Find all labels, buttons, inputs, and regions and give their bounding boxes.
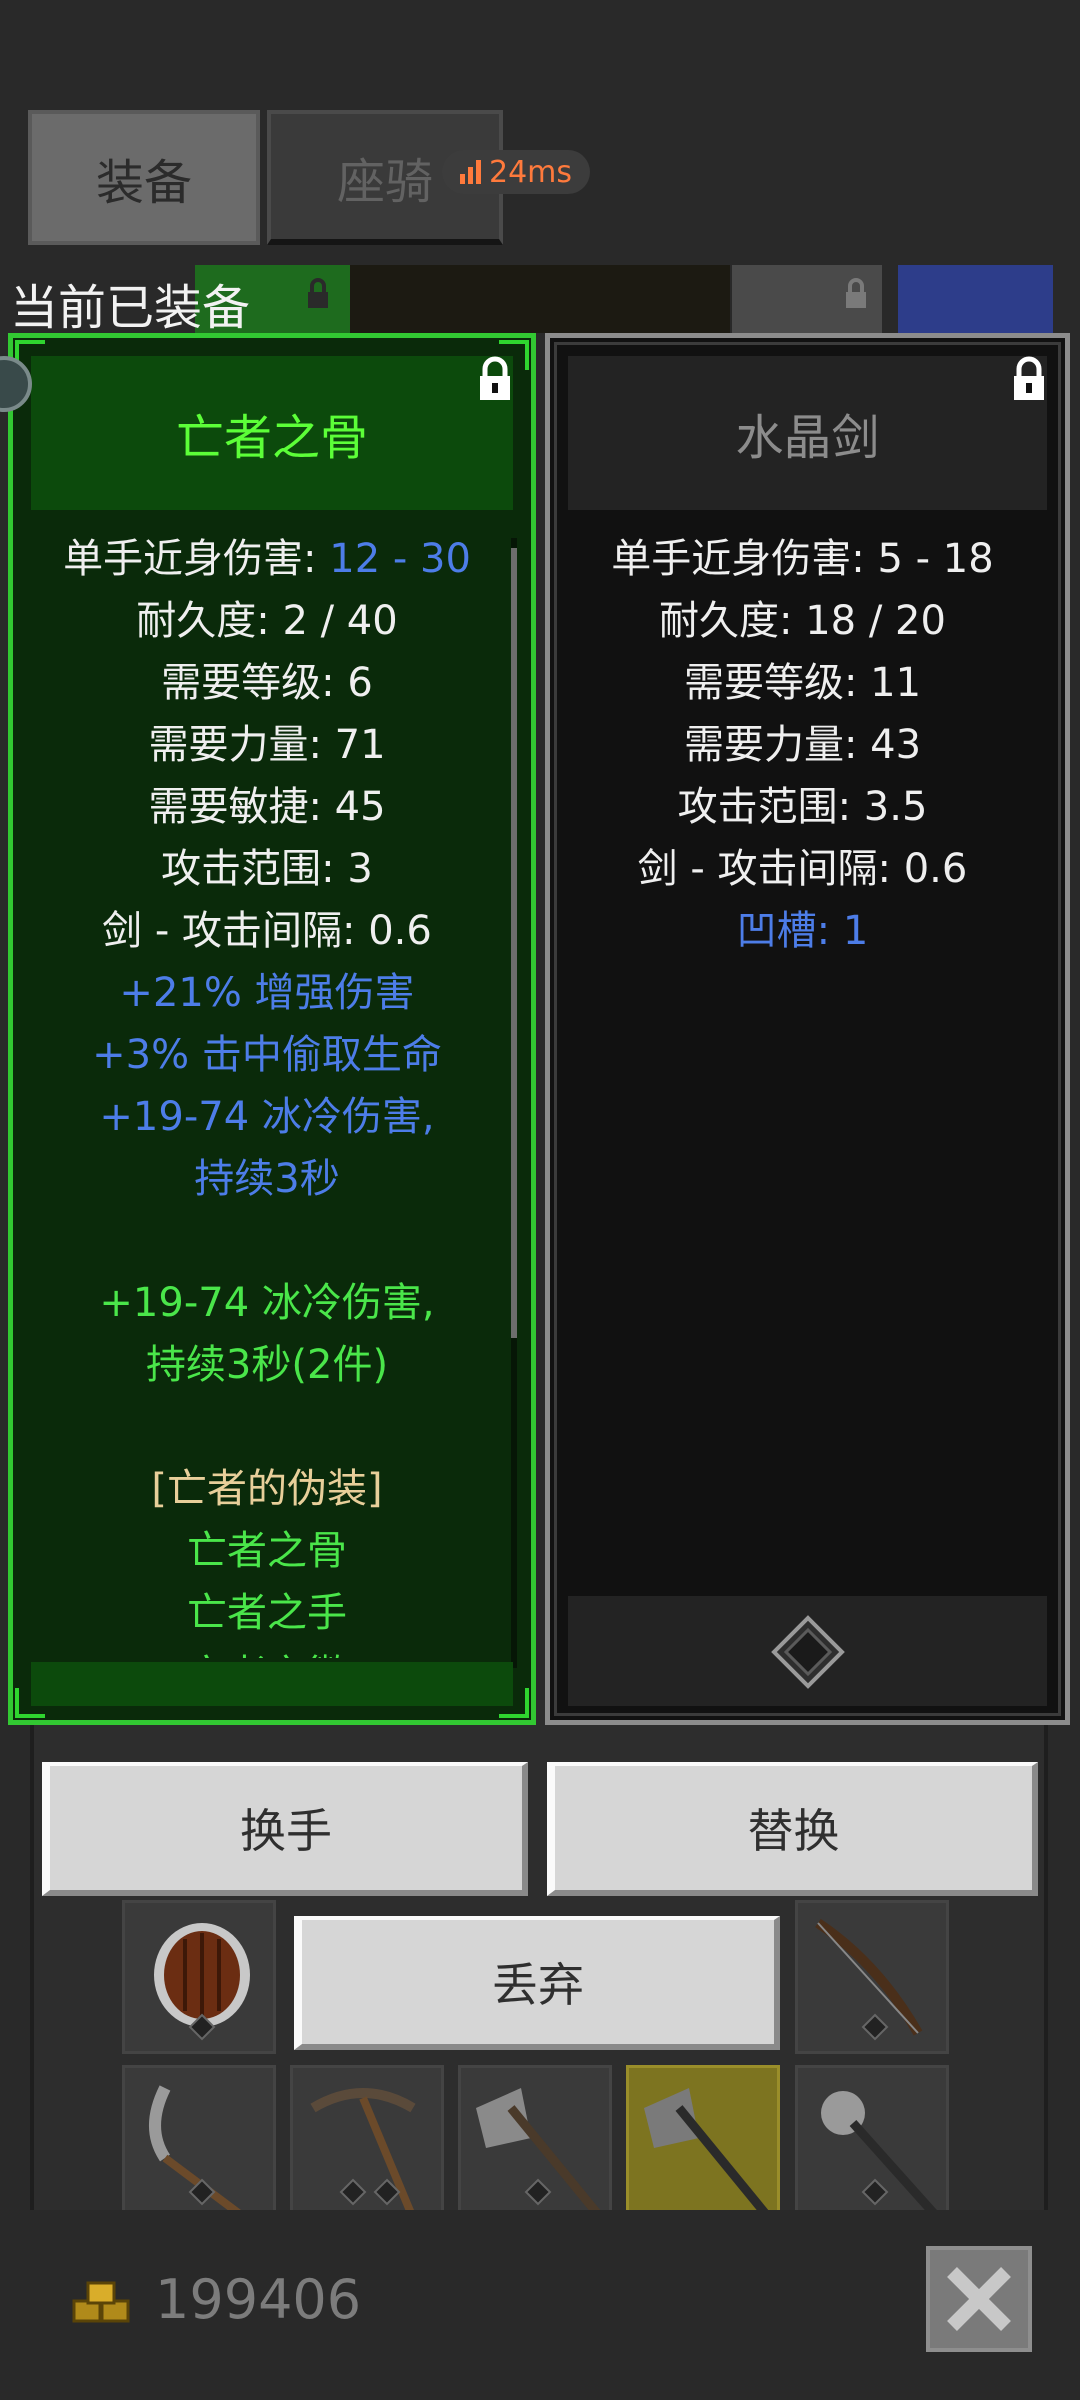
equipped-item-name: 亡者之骨 bbox=[31, 356, 513, 510]
round-badge-icon bbox=[0, 356, 32, 412]
inventory-slot-shield[interactable] bbox=[122, 1900, 276, 2054]
lock-icon[interactable] bbox=[1007, 356, 1051, 404]
stat-damage-value: 12 - 30 bbox=[329, 536, 471, 582]
stat-durability: 耐久度: 18 / 20 bbox=[659, 598, 946, 644]
panel-footer bbox=[31, 1662, 513, 1706]
stat-req-str: 需要力量: 71 bbox=[148, 722, 386, 768]
stat-damage-label: 单手近身伤害: bbox=[63, 536, 330, 582]
stat-damage: 单手近身伤害: 5 - 18 bbox=[611, 536, 994, 582]
ping-value: 24ms bbox=[489, 154, 573, 190]
stat-durability: 耐久度: 2 / 40 bbox=[136, 598, 398, 644]
set-bonus: 持续3秒(2件) bbox=[145, 1342, 389, 1388]
equip-slot-bg bbox=[350, 265, 730, 333]
signal-bars-icon bbox=[460, 160, 481, 184]
set-item: 亡者之骨 bbox=[187, 1528, 347, 1574]
axe-icon bbox=[476, 2088, 605, 2221]
stat-mod: +21% 增强伤害 bbox=[119, 970, 415, 1016]
stat-interval: 剑 - 攻击间隔: 0.6 bbox=[102, 908, 432, 954]
set-bonus: +19-74 冰冷伤害, bbox=[99, 1280, 435, 1326]
close-x-icon bbox=[947, 2267, 1011, 2331]
stat-req-dex: 需要敏捷: 45 bbox=[148, 784, 386, 830]
round-shield-icon bbox=[154, 1923, 250, 2041]
stat-mod: +3% 击中偷取生命 bbox=[92, 1032, 442, 1078]
equip-slot-bg bbox=[898, 265, 1053, 333]
equipped-item-stats[interactable]: 单手近身伤害: 12 - 30 耐久度: 2 / 40 需要等级: 6 需要力量… bbox=[31, 528, 503, 1658]
panel-footer bbox=[568, 1596, 1047, 1706]
inventory-slot-axe[interactable] bbox=[458, 2065, 612, 2221]
mace-icon bbox=[821, 2091, 942, 2222]
stat-range: 攻击范围: 3 bbox=[161, 846, 373, 892]
swap-hand-button[interactable]: 换手 bbox=[42, 1762, 528, 1896]
scrollbar-thumb[interactable] bbox=[511, 548, 517, 1338]
tab-equipment[interactable]: 装备 bbox=[28, 110, 260, 245]
gold-coins-icon bbox=[72, 2281, 130, 2323]
set-item: 亡者之手 bbox=[187, 1590, 347, 1636]
pickaxe-icon bbox=[310, 2088, 417, 2220]
lock-icon bbox=[846, 278, 866, 308]
current-equipped-label: 当前已装备 bbox=[10, 280, 251, 336]
inventory-slot-bow[interactable] bbox=[795, 1900, 949, 2054]
inventory-slot-pickaxe[interactable] bbox=[290, 2065, 444, 2220]
diamond-socket-icon bbox=[771, 1615, 845, 1689]
axe-icon bbox=[644, 2088, 773, 2221]
discard-button[interactable]: 丢弃 bbox=[294, 1916, 780, 2050]
set-item: 亡者之徽 bbox=[31, 1644, 503, 1658]
stat-range: 攻击范围: 3.5 bbox=[677, 784, 928, 830]
stat-interval: 剑 - 攻击间隔: 0.6 bbox=[637, 846, 968, 892]
compare-item-stats: 单手近身伤害: 5 - 18 耐久度: 18 / 20 需要等级: 11 需要力… bbox=[568, 528, 1037, 1658]
stat-mod: 持续3秒 bbox=[194, 1156, 340, 1202]
gold-amount: 199406 bbox=[155, 2268, 362, 2331]
compare-item-name: 水晶剑 bbox=[568, 356, 1047, 510]
set-name: [亡者的伪装] bbox=[151, 1466, 383, 1512]
scythe-icon bbox=[149, 2085, 248, 2222]
ping-indicator: 24ms bbox=[442, 150, 591, 194]
stat-socket: 凹槽: 1 bbox=[736, 908, 869, 954]
inventory-slot-scythe[interactable] bbox=[122, 2065, 276, 2222]
stat-req-str: 需要力量: 43 bbox=[683, 722, 922, 768]
inventory-slot-axe-selected[interactable] bbox=[626, 2065, 780, 2221]
close-button[interactable] bbox=[926, 2246, 1032, 2352]
inventory-slot-mace[interactable] bbox=[795, 2065, 949, 2222]
compare-item-panel: 水晶剑 单手近身伤害: 5 - 18 耐久度: 18 / 20 需要等级: 11… bbox=[545, 333, 1070, 1725]
stat-req-level: 需要等级: 11 bbox=[683, 660, 922, 706]
stat-mod: +19-74 冰冷伤害, bbox=[99, 1094, 435, 1140]
replace-button[interactable]: 替换 bbox=[547, 1762, 1038, 1896]
bow-icon bbox=[815, 1918, 923, 2041]
stat-damage: 单手近身伤害: 12 - 30 bbox=[31, 528, 503, 590]
stat-req-level: 需要等级: 6 bbox=[161, 660, 373, 706]
equipped-item-panel: 亡者之骨 单手近身伤害: 12 - 30 耐久度: 2 / 40 需要等级: 6… bbox=[8, 333, 536, 1725]
lock-icon[interactable] bbox=[473, 356, 517, 404]
lock-icon bbox=[308, 278, 328, 308]
